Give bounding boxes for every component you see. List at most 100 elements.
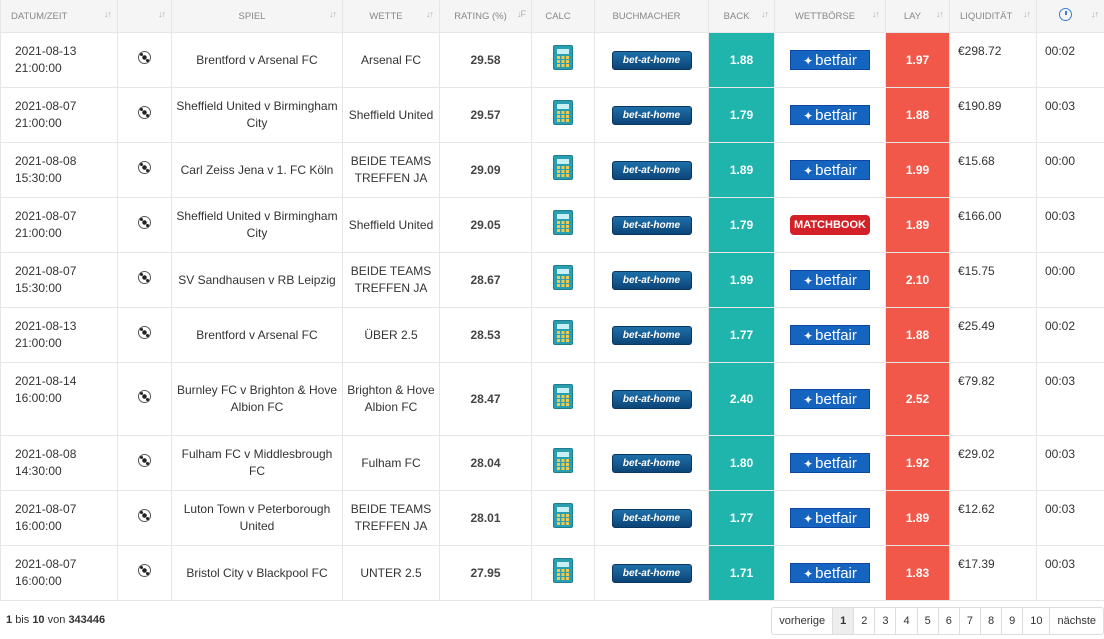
cell-bookmaker: bet-at-home <box>594 87 709 143</box>
column-header-label: RATING (%) <box>454 10 507 22</box>
event-date: 2021-08-08 <box>15 154 77 168</box>
calculator-icon[interactable] <box>553 100 573 125</box>
exchange-name: betfair <box>815 455 857 472</box>
table-row[interactable]: 2021-08-08 14:30:00 Fulham FC v Middlesbro… <box>0 435 1104 491</box>
soccer-ball-icon <box>138 454 151 467</box>
bet-at-home-logo[interactable]: bet-at-home <box>611 389 692 409</box>
bet-at-home-logo[interactable]: bet-at-home <box>611 508 692 528</box>
betfair-logo[interactable]: ✦ betfair <box>790 453 870 473</box>
calculator-screen <box>557 562 569 567</box>
cell-sport <box>117 435 172 491</box>
column-header-datetime[interactable]: DATUM/ZEIT ↓↑ <box>0 0 118 33</box>
betfair-logo[interactable]: ✦ betfair <box>790 389 870 409</box>
column-header-match[interactable]: SPIEL ↓↑ <box>171 0 343 33</box>
page-button[interactable]: 3 <box>874 608 895 634</box>
cell-exchange: ✦ betfair <box>774 435 886 491</box>
calculator-keys <box>557 276 569 287</box>
page-button[interactable]: 10 <box>1022 608 1049 634</box>
result-count: 1 bis 10 von 343446 <box>6 614 105 626</box>
bet-at-home-logo[interactable]: bet-at-home <box>611 160 692 180</box>
table-row[interactable]: 2021-08-13 21:00:00 Brentford v Arsenal FC… <box>0 307 1104 363</box>
calculator-icon[interactable] <box>553 210 573 235</box>
soccer-ball-icon <box>138 390 151 403</box>
calculator-keys <box>557 514 569 525</box>
exchange-name: betfair <box>815 107 857 124</box>
calculator-keys <box>557 395 569 406</box>
column-header-bet[interactable]: WETTE ↓↑ <box>342 0 440 33</box>
betfair-logo[interactable]: ✦ betfair <box>790 508 870 528</box>
betfair-logo[interactable]: ✦ betfair <box>790 50 870 70</box>
cell-exchange: ✦ betfair <box>774 142 886 198</box>
betfair-logo[interactable]: ✦ betfair <box>790 160 870 180</box>
matchbook-logo[interactable]: MATCHBOOK <box>790 215 870 235</box>
bet-at-home-logo[interactable]: bet-at-home <box>611 50 692 70</box>
cell-exchange: ✦ betfair <box>774 252 886 308</box>
table-row[interactable]: 2021-08-07 16:00:00 Bristol City v Blackpo… <box>0 545 1104 601</box>
cell-bookmaker: bet-at-home <box>594 32 709 88</box>
page-button[interactable]: 6 <box>937 608 959 634</box>
column-header-rating[interactable]: RATING (%) ↓F <box>439 0 532 33</box>
table-row[interactable]: 2021-08-13 21:00:00 Brentford v Arsenal FC… <box>0 32 1104 88</box>
betfair-logo[interactable]: ✦ betfair <box>790 325 870 345</box>
column-header-back[interactable]: BACK ↓↑ <box>708 0 775 33</box>
cell-age: 00:03 <box>1036 197 1104 253</box>
page-button[interactable]: 7 <box>958 608 980 634</box>
page-button[interactable]: 8 <box>979 608 1001 634</box>
table-row[interactable]: 2021-08-14 16:00:00 Burnley FC v Brighton … <box>0 362 1104 436</box>
table-row[interactable]: 2021-08-07 21:00:00 Sheffield United v Bir… <box>0 87 1104 143</box>
bet-at-home-logo[interactable]: bet-at-home <box>611 270 692 290</box>
betfair-star-icon: ✦ <box>803 512 814 526</box>
table-row[interactable]: 2021-08-07 15:30:00 SV Sandhausen v RB Lei… <box>0 252 1104 308</box>
soccer-ball-icon <box>138 564 151 577</box>
table-row[interactable]: 2021-08-07 21:00:00 Sheffield United v Bir… <box>0 197 1104 253</box>
column-header-age[interactable]: ↓↑ <box>1036 0 1104 33</box>
calculator-icon[interactable] <box>553 155 573 180</box>
cell-bet: BEIDE TEAMS TREFFEN JA <box>342 252 440 308</box>
event-date: 2021-08-07 <box>15 209 77 223</box>
calculator-icon[interactable] <box>553 384 573 409</box>
calculator-icon[interactable] <box>553 45 573 70</box>
betfair-logo[interactable]: ✦ betfair <box>790 270 870 290</box>
cell-datetime: 2021-08-07 16:00:00 <box>0 490 118 546</box>
cell-exchange: ✦ betfair <box>774 490 886 546</box>
betfair-star-icon: ✦ <box>803 329 814 343</box>
page-button[interactable]: 1 <box>832 608 854 634</box>
prev-page-button[interactable]: vorherige <box>772 608 832 634</box>
calculator-icon[interactable] <box>553 503 573 528</box>
page-button[interactable]: 4 <box>895 608 916 634</box>
calculator-icon[interactable] <box>553 265 573 290</box>
bet-at-home-logo[interactable]: bet-at-home <box>611 105 692 125</box>
page-button[interactable]: 9 <box>1001 608 1022 634</box>
cell-datetime: 2021-08-07 16:00:00 <box>0 545 118 601</box>
betfair-logo[interactable]: ✦ betfair <box>790 563 870 583</box>
cell-lay-odds: 1.88 <box>885 307 950 363</box>
sort-icon: ↓↑ <box>329 9 337 19</box>
bet-at-home-logo[interactable]: bet-at-home <box>611 563 692 583</box>
table-row[interactable]: 2021-08-07 16:00:00 Luton Town v Peterboro… <box>0 490 1104 546</box>
cell-sport <box>117 490 172 546</box>
column-header-calc: CALC <box>531 0 595 33</box>
next-page-button[interactable]: nächste <box>1049 608 1103 634</box>
betfair-logo[interactable]: ✦ betfair <box>790 105 870 125</box>
betfair-star-icon: ✦ <box>803 457 814 471</box>
event-time: 14:30:00 <box>15 464 62 478</box>
cell-match: Fulham FC v Middlesbrough FC <box>171 435 343 491</box>
column-header-liquidity[interactable]: LIQUIDITÄT ↓↑ <box>949 0 1037 33</box>
calculator-icon[interactable] <box>553 448 573 473</box>
page-button[interactable]: 2 <box>853 608 874 634</box>
bet-at-home-logo[interactable]: bet-at-home <box>611 215 692 235</box>
sort-icon: ↓↑ <box>872 9 880 19</box>
cell-rating: 28.53 <box>439 307 532 363</box>
page-button[interactable]: 5 <box>916 608 938 634</box>
table-row[interactable]: 2021-08-08 15:30:00 Carl Zeiss Jena v 1. F… <box>0 142 1104 198</box>
column-header-sport[interactable]: ↓↑ <box>117 0 172 33</box>
bet-at-home-logo[interactable]: bet-at-home <box>611 453 692 473</box>
column-header-exchange[interactable]: WETTBÖRSE ↓↑ <box>774 0 886 33</box>
column-header-lay[interactable]: LAY ↓↑ <box>885 0 950 33</box>
bet-at-home-logo[interactable]: bet-at-home <box>611 325 692 345</box>
sort-desc-icon: ↓F <box>517 9 526 19</box>
calculator-icon[interactable] <box>553 558 573 583</box>
calculator-icon[interactable] <box>553 320 573 345</box>
betfair-star-icon: ✦ <box>803 54 814 68</box>
clock-icon <box>1059 8 1072 21</box>
